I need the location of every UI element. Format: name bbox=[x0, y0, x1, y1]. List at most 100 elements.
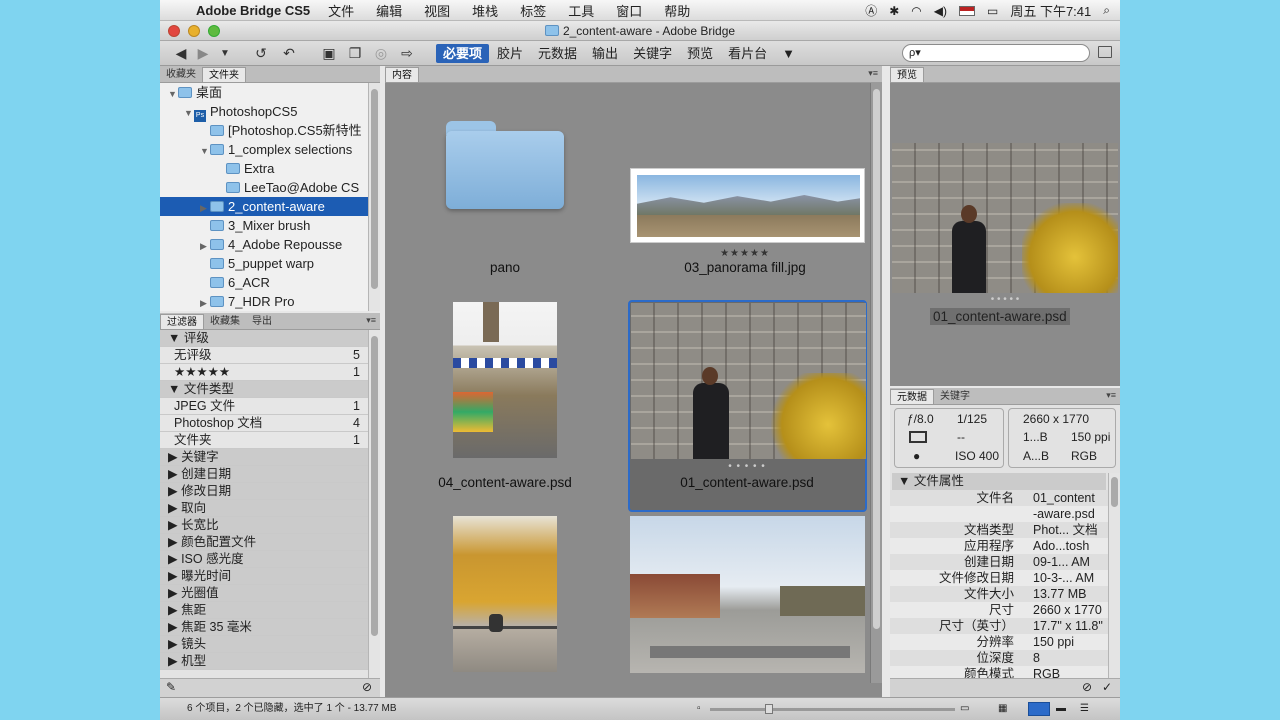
panel-menu-icon[interactable]: ▾≡ bbox=[366, 315, 376, 326]
tab-preview[interactable]: 预览 bbox=[890, 67, 924, 82]
folder-item[interactable]: 6_ACR bbox=[160, 273, 380, 292]
pin-icon[interactable]: ✎ bbox=[166, 680, 176, 694]
slider-handle[interactable] bbox=[765, 704, 773, 714]
content-item-autumn[interactable] bbox=[385, 508, 625, 683]
tab-collections[interactable]: 收藏集 bbox=[204, 314, 246, 329]
camera-import-icon[interactable]: ▣ bbox=[318, 45, 340, 62]
zoom-out-icon[interactable]: ▫ bbox=[697, 698, 701, 720]
workspace-metadata[interactable]: 元数据 bbox=[531, 44, 584, 63]
compact-mode-icon[interactable] bbox=[1098, 46, 1112, 58]
filter-option[interactable]: 文件夹 1 bbox=[160, 432, 368, 449]
bluetooth-icon[interactable]: ✱ bbox=[889, 4, 899, 18]
filter-option[interactable]: ★★★★★ 1 bbox=[160, 364, 368, 381]
zoom-in-icon[interactable]: ▭ bbox=[960, 698, 969, 720]
workspace-lighttable[interactable]: 看片台 bbox=[721, 44, 774, 63]
filter-category[interactable]: ▶ 长宽比 bbox=[160, 517, 368, 534]
thumbnail-view-icon[interactable] bbox=[1028, 702, 1050, 716]
menu-help[interactable]: 帮助 bbox=[664, 1, 690, 20]
menu-tools[interactable]: 工具 bbox=[568, 1, 594, 20]
folder-item[interactable]: ▼ Ps PhotoshopCS5 bbox=[160, 102, 380, 122]
menu-file[interactable]: 文件 bbox=[328, 1, 354, 20]
tab-content[interactable]: 内容 bbox=[385, 67, 419, 82]
folder-item[interactable]: [Photoshop.CS5新特性 bbox=[160, 121, 380, 140]
workspace-keywords[interactable]: 关键字 bbox=[626, 44, 679, 63]
clear-filter-icon[interactable]: ⊘ bbox=[362, 680, 372, 694]
filter-option[interactable]: JPEG 文件 1 bbox=[160, 398, 368, 415]
filter-category[interactable]: ▶ 关键字 bbox=[160, 449, 368, 466]
tab-export[interactable]: 导出 bbox=[246, 314, 278, 329]
flag-icon[interactable] bbox=[959, 5, 975, 16]
close-button[interactable] bbox=[168, 25, 180, 37]
search-input[interactable]: ρ▾ bbox=[902, 44, 1090, 62]
folder-scrollbar[interactable] bbox=[368, 83, 380, 311]
clock-label[interactable]: 周五 下午7:41 bbox=[1010, 1, 1091, 20]
preview-rating[interactable]: • • • • • bbox=[890, 294, 1120, 305]
minimize-button[interactable] bbox=[188, 25, 200, 37]
folder-item[interactable]: ▼ 桌面 bbox=[160, 83, 380, 102]
content-item-04[interactable]: 04_content-aware.psd bbox=[385, 293, 625, 498]
item-rating[interactable]: ★★★★★ bbox=[630, 248, 860, 259]
apply-icon[interactable]: ✓ bbox=[1102, 680, 1112, 694]
output-icon[interactable]: ⇨ bbox=[396, 45, 418, 62]
folder-item[interactable]: ▶ 4_Adobe Repousse bbox=[160, 235, 380, 254]
folder-item[interactable]: LeeTao@Adobe CS bbox=[160, 178, 380, 197]
tab-favorites[interactable]: 收藏夹 bbox=[160, 67, 202, 82]
workspace-preview[interactable]: 预览 bbox=[680, 44, 720, 63]
back-icon[interactable]: ◀ bbox=[170, 45, 192, 62]
thumbnail-size-slider[interactable] bbox=[710, 704, 955, 714]
filter-category[interactable]: ▶ 焦距 35 毫米 bbox=[160, 619, 368, 636]
content-item-plaza[interactable] bbox=[630, 516, 865, 673]
filter-category[interactable]: ▶ ISO 感光度 bbox=[160, 551, 368, 568]
preview-image[interactable] bbox=[892, 143, 1118, 293]
workspace-filmstrip[interactable]: 胶片 bbox=[490, 44, 530, 63]
content-item-pano[interactable]: pano bbox=[385, 83, 625, 283]
wifi-icon[interactable]: ◠ bbox=[911, 4, 921, 18]
filter-scrollbar[interactable] bbox=[368, 330, 380, 678]
content-item-panorama[interactable]: ★★★★★ 03_panorama fill.jpg bbox=[625, 83, 875, 283]
disclosure-icon[interactable]: ▶ bbox=[200, 294, 210, 311]
filter-category[interactable]: ▶ 颜色配置文件 bbox=[160, 534, 368, 551]
camera-raw-icon[interactable]: ◎ bbox=[370, 45, 392, 62]
metadata-menu-icon[interactable]: ▾≡ bbox=[1106, 390, 1116, 401]
workspace-output[interactable]: 输出 bbox=[585, 44, 625, 63]
battery-icon[interactable]: ▭ bbox=[987, 4, 998, 18]
filter-option[interactable]: Photoshop 文档 4 bbox=[160, 415, 368, 432]
tab-keywords[interactable]: 关键字 bbox=[934, 389, 976, 404]
menu-window[interactable]: 窗口 bbox=[616, 1, 642, 20]
folder-item[interactable]: ▼ 1_complex selections bbox=[160, 140, 380, 159]
spotlight-icon[interactable]: ⌕ bbox=[1103, 3, 1110, 18]
folder-item[interactable]: ▶ 2_content-aware bbox=[160, 197, 380, 216]
filter-category[interactable]: ▶ 修改日期 bbox=[160, 483, 368, 500]
app-menu[interactable]: Adobe Bridge CS5 bbox=[196, 3, 310, 18]
forward-icon[interactable]: ▶ bbox=[192, 45, 214, 62]
filter-category[interactable]: ▶ 取向 bbox=[160, 500, 368, 517]
filter-category[interactable]: ▶ 镜头 bbox=[160, 636, 368, 653]
content-scrollbar[interactable] bbox=[870, 83, 882, 683]
tab-metadata[interactable]: 元数据 bbox=[890, 389, 934, 404]
adobe-icon[interactable]: Ⓐ bbox=[865, 2, 877, 19]
workspace-essentials[interactable]: 必要项 bbox=[436, 43, 490, 63]
item-rating[interactable]: • • • • • bbox=[632, 461, 862, 472]
grid-view-icon[interactable]: ▦ bbox=[998, 698, 1007, 720]
folder-item[interactable]: 5_puppet warp bbox=[160, 254, 380, 273]
refine-icon[interactable]: ❐ bbox=[344, 45, 366, 62]
folder-item[interactable]: 3_Mixer brush bbox=[160, 216, 380, 235]
workspace-more-icon[interactable]: ▼ bbox=[775, 44, 802, 63]
content-item-01-selected[interactable]: • • • • • 01_content-aware.psd bbox=[628, 300, 867, 512]
volume-icon[interactable]: ◀) bbox=[934, 4, 947, 18]
filter-category[interactable]: ▶ 光圈值 bbox=[160, 585, 368, 602]
filter-category[interactable]: ▶ 曝光时间 bbox=[160, 568, 368, 585]
filter-category[interactable]: ▶ 创建日期 bbox=[160, 466, 368, 483]
tab-folders[interactable]: 文件夹 bbox=[202, 67, 246, 82]
content-menu-icon[interactable]: ▾≡ bbox=[868, 68, 878, 79]
metadata-scrollbar[interactable] bbox=[1108, 473, 1120, 678]
menu-edit[interactable]: 编辑 bbox=[376, 1, 402, 20]
list-view-icon[interactable]: ☰ bbox=[1080, 698, 1089, 720]
cancel-icon[interactable]: ⊘ bbox=[1082, 680, 1092, 694]
file-properties-header[interactable]: ▼ 文件属性 bbox=[892, 473, 1106, 490]
folder-item[interactable]: Extra bbox=[160, 159, 380, 178]
recent-icon[interactable]: ↺ bbox=[250, 45, 272, 62]
details-view-icon[interactable]: ▬ bbox=[1056, 698, 1066, 720]
filter-category[interactable]: ▼ 评级 bbox=[160, 330, 368, 347]
menu-stacks[interactable]: 堆栈 bbox=[472, 1, 498, 20]
